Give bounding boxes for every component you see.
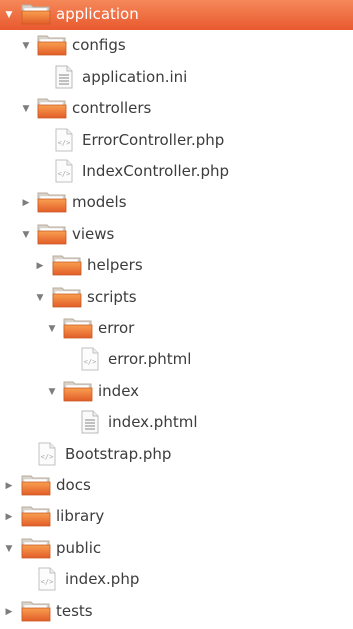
tree-item-label: scripts	[87, 288, 137, 306]
triangle-down-icon[interactable]: ▼	[46, 313, 58, 344]
tree-folder-application[interactable]: ▼ application	[0, 0, 353, 30]
tree-folder-helpers[interactable]: ▶ helpers	[0, 250, 353, 281]
folder-icon	[37, 97, 67, 123]
tree-item-label: models	[72, 193, 127, 211]
svg-text:</>: </>	[58, 139, 71, 147]
tree-item-label: library	[56, 507, 105, 525]
text-file-icon	[54, 65, 74, 93]
folder-icon	[37, 223, 67, 249]
tree-item-label: helpers	[87, 256, 143, 274]
svg-text:</>: </>	[84, 358, 97, 366]
tree-folder-scripts[interactable]: ▼ scripts	[0, 282, 353, 313]
folder-icon	[37, 34, 67, 60]
project-file-tree: ▼ application ▼ configs application.ini ▼ cont…	[0, 0, 353, 629]
folder-icon	[21, 3, 51, 29]
triangle-right-icon[interactable]: ▶	[20, 187, 32, 218]
tree-folder-models[interactable]: ▶ models	[0, 187, 353, 218]
tree-file-index-php[interactable]: </> index.php	[0, 564, 353, 595]
tree-item-label: error	[98, 319, 135, 337]
triangle-down-icon[interactable]: ▼	[3, 533, 15, 564]
folder-icon	[21, 474, 51, 500]
folder-icon	[63, 380, 93, 406]
triangle-down-icon[interactable]: ▼	[34, 282, 46, 313]
tree-folder-tests[interactable]: ▶ tests	[0, 596, 353, 627]
tree-item-label: index	[98, 382, 140, 400]
code-file-icon: </>	[54, 159, 74, 187]
folder-icon	[21, 537, 51, 563]
folder-icon	[21, 505, 51, 531]
tree-file-application-ini[interactable]: application.ini	[0, 62, 353, 93]
svg-text:</>: </>	[58, 170, 71, 178]
triangle-right-icon[interactable]: ▶	[34, 250, 46, 281]
folder-icon	[37, 191, 67, 217]
tree-item-label: public	[56, 539, 102, 557]
folder-icon	[21, 600, 51, 626]
tree-item-label: docs	[56, 476, 91, 494]
tree-file-error-phtml[interactable]: </> error.phtml	[0, 344, 353, 375]
folder-icon	[52, 254, 82, 280]
tree-item-label: application.ini	[82, 68, 188, 86]
tree-item-label: controllers	[72, 99, 152, 117]
tree-item-label: tests	[56, 602, 93, 620]
tree-folder-index[interactable]: ▼ index	[0, 376, 353, 407]
code-file-icon: </>	[54, 128, 74, 156]
triangle-down-icon[interactable]: ▼	[3, 0, 15, 30]
code-file-icon: </>	[37, 567, 57, 595]
folder-icon	[52, 286, 82, 312]
triangle-right-icon[interactable]: ▶	[3, 470, 15, 501]
triangle-down-icon[interactable]: ▼	[20, 30, 32, 61]
folder-icon	[63, 317, 93, 343]
tree-item-label: configs	[72, 36, 126, 54]
tree-item-label: error.phtml	[108, 350, 192, 368]
triangle-right-icon[interactable]: ▶	[3, 596, 15, 627]
text-file-icon	[80, 410, 100, 438]
tree-file-bootstrap-php[interactable]: </> Bootstrap.php	[0, 439, 353, 470]
code-file-icon: </>	[80, 347, 100, 375]
triangle-right-icon[interactable]: ▶	[3, 501, 15, 532]
triangle-down-icon[interactable]: ▼	[20, 219, 32, 250]
tree-item-label: index.phtml	[108, 413, 198, 431]
svg-text:</>: </>	[41, 453, 54, 461]
svg-text:</>: </>	[41, 578, 54, 586]
tree-item-label: IndexController.php	[82, 162, 230, 180]
tree-item-label: Bootstrap.php	[65, 445, 172, 463]
tree-item-label: application	[56, 5, 139, 23]
tree-folder-error[interactable]: ▼ error	[0, 313, 353, 344]
triangle-down-icon[interactable]: ▼	[20, 93, 32, 124]
triangle-down-icon[interactable]: ▼	[46, 376, 58, 407]
tree-folder-public[interactable]: ▼ public	[0, 533, 353, 564]
tree-folder-views[interactable]: ▼ views	[0, 219, 353, 250]
tree-file-errorcontroller-php[interactable]: </> ErrorController.php	[0, 125, 353, 156]
tree-item-label: ErrorController.php	[82, 131, 225, 149]
code-file-icon: </>	[37, 442, 57, 470]
tree-file-indexcontroller-php[interactable]: </> IndexController.php	[0, 156, 353, 187]
tree-item-label: index.php	[65, 570, 140, 588]
tree-file-index-phtml[interactable]: index.phtml	[0, 407, 353, 438]
tree-folder-configs[interactable]: ▼ configs	[0, 30, 353, 61]
tree-item-label: views	[72, 225, 115, 243]
tree-folder-library[interactable]: ▶ library	[0, 501, 353, 532]
tree-folder-controllers[interactable]: ▼ controllers	[0, 93, 353, 124]
tree-folder-docs[interactable]: ▶ docs	[0, 470, 353, 501]
